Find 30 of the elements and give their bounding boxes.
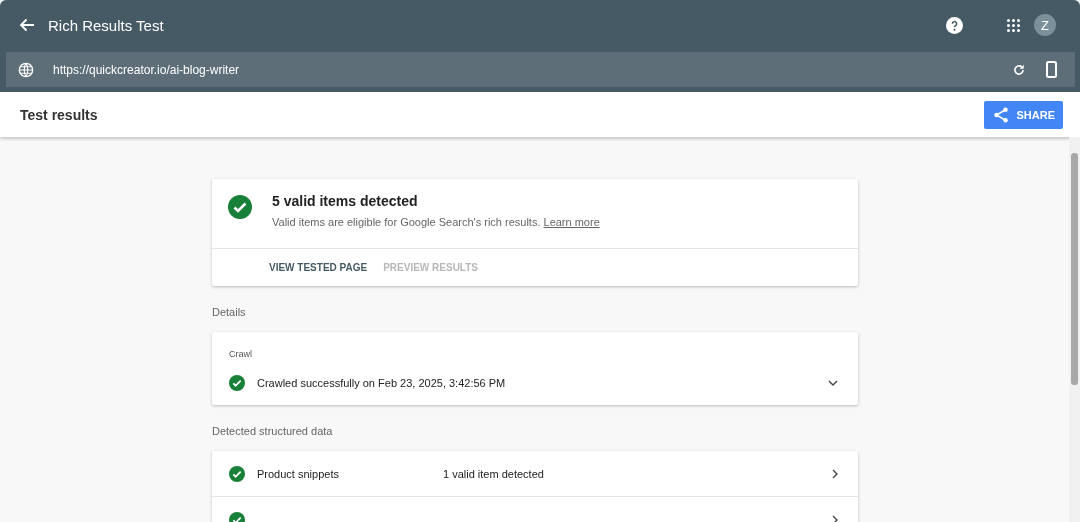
summary-description: Valid items are eligible for Google Search's rich results. Learn more (272, 216, 600, 228)
chevron-right-icon[interactable] (832, 468, 838, 479)
apps-grid-icon[interactable] (1007, 18, 1020, 32)
back-arrow-icon[interactable] (19, 17, 35, 33)
section-label: Details (212, 306, 247, 318)
section-label: Detected structured data (212, 425, 334, 437)
share-button[interactable]: SHARE (984, 100, 1063, 129)
card-action-button[interactable]: VIEW TESTED PAGE (264, 258, 373, 277)
item-type-name: Product snippets (257, 467, 340, 480)
scrollbar[interactable] (1069, 137, 1080, 522)
learn-more-link[interactable]: Learn more (543, 216, 600, 228)
mobile-device-icon[interactable] (1046, 61, 1057, 78)
help-icon[interactable] (946, 16, 963, 34)
item-count-status: 1 valid item detected (443, 467, 544, 480)
check-circle-icon (228, 195, 252, 219)
card-title: Crawl (229, 349, 253, 359)
check-circle-icon (229, 375, 245, 391)
summary-title: 5 valid items detected (272, 193, 419, 209)
app-title: Rich Results Test (48, 16, 164, 34)
url-text: https://quickcreator.io/ai-blog-writer (53, 62, 240, 77)
account-avatar[interactable]: Z (1034, 14, 1056, 36)
url-field[interactable]: https://quickcreator.io/ai-blog-writer (6, 52, 1075, 87)
page-heading: Test results (20, 106, 98, 123)
refresh-icon[interactable] (1012, 62, 1026, 77)
check-circle-icon (229, 465, 245, 482)
crawl-status: Crawled successfully on Feb 23, 2025, 3:42:56 PM (257, 377, 506, 389)
chevron-down-icon[interactable] (828, 380, 838, 386)
chevron-right-icon[interactable] (832, 514, 838, 522)
globe-icon (18, 61, 34, 78)
share-icon (992, 105, 1011, 124)
